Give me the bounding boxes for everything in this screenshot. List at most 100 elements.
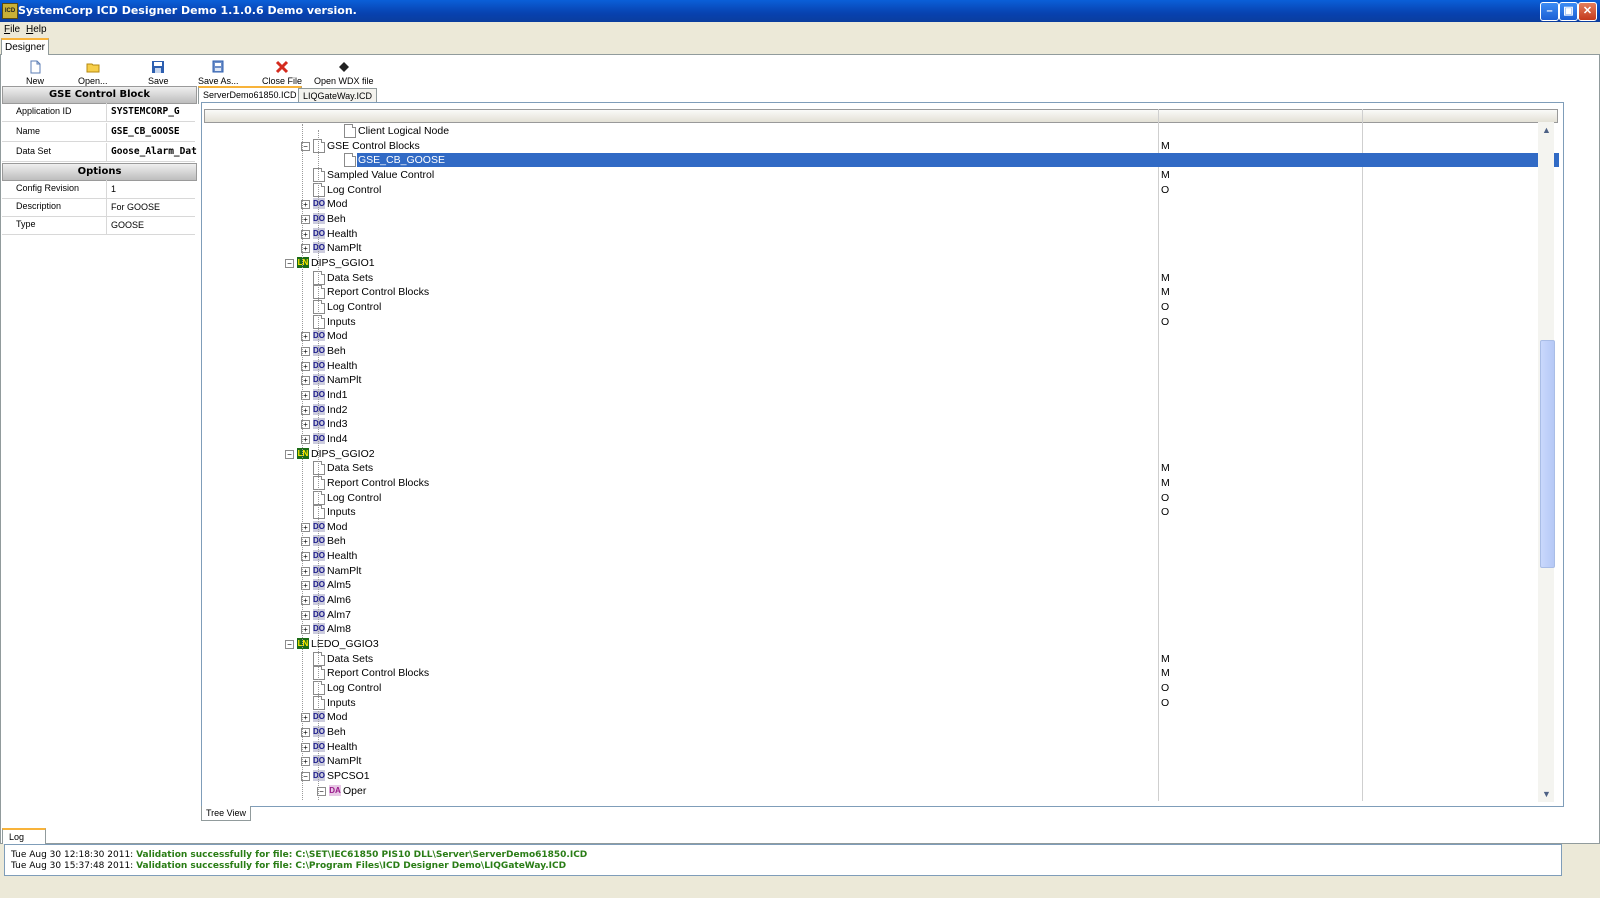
tab-tree-view[interactable]: Tree View — [201, 806, 252, 821]
tree-row[interactable]: + DO NamPlt — [204, 373, 1540, 387]
tree-row[interactable]: + DO Mod — [204, 520, 1540, 534]
config-revision-value[interactable]: 1 — [106, 180, 200, 198]
tree-row[interactable]: + DO Beh — [204, 534, 1540, 548]
selection-highlight — [357, 153, 1559, 168]
property-row-type[interactable]: Type GOOSE — [2, 216, 195, 235]
tree-row[interactable]: Log Control O — [204, 681, 1540, 696]
close-window-button[interactable]: ✕ — [1578, 2, 1597, 21]
data-set-value[interactable]: Goose_Alarm_Dat — [106, 143, 200, 161]
name-value[interactable]: GSE_CB_GOOSE — [106, 123, 200, 141]
tree-row[interactable]: + DO NamPlt — [204, 241, 1540, 255]
tree-row[interactable]: + DO Health — [204, 359, 1540, 373]
tree-row[interactable]: Sampled Value Control M — [204, 167, 1540, 182]
scrollbar-thumb[interactable] — [1540, 340, 1555, 568]
save-button[interactable]: Save — [148, 60, 169, 86]
tree-row[interactable]: + DO NamPlt — [204, 754, 1540, 768]
property-row-application-id[interactable]: Application ID SYSTEMCORP_G — [2, 103, 195, 122]
tree-row[interactable]: − LN DIPS_GGIO1 — [204, 256, 1540, 270]
mandatory-flag: M — [1161, 476, 1170, 489]
tree-row[interactable]: + DO Ind4 — [204, 432, 1540, 446]
tree-row[interactable]: − GSE Control Blocks M — [204, 138, 1540, 153]
tree-row[interactable]: + DO Mod — [204, 197, 1540, 211]
minimize-button[interactable]: – — [1540, 2, 1559, 21]
menu-help[interactable]: Help — [26, 24, 47, 35]
page-icon — [344, 124, 356, 138]
collapse-icon[interactable]: − — [285, 258, 294, 268]
tree-row[interactable]: + DO Alm7 — [204, 608, 1540, 622]
save-as-button[interactable]: Save As... — [198, 60, 239, 86]
tree-row-selected[interactable]: GSE_CB_GOOSE — [204, 153, 1559, 168]
close-file-button[interactable]: Close File — [262, 60, 302, 86]
tree-row[interactable]: + DO Health — [204, 549, 1540, 563]
tree-row[interactable]: Inputs O — [204, 505, 1540, 520]
mandatory-flag: O — [1161, 491, 1170, 504]
application-id-value[interactable]: SYSTEMCORP_G — [106, 103, 200, 121]
log-line: Tue Aug 30 15:37:48 2011: Validation suc… — [11, 861, 567, 871]
tree-row[interactable]: Report Control Blocks M — [204, 475, 1540, 490]
tab-designer[interactable]: Designer — [1, 38, 49, 55]
property-row-config-revision[interactable]: Config Revision 1 — [2, 180, 195, 199]
tree-row[interactable]: + DO Alm6 — [204, 593, 1540, 607]
tree-row[interactable]: + DO Alm8 — [204, 622, 1540, 636]
tree-row[interactable]: + DO Mod — [204, 329, 1540, 343]
tree-row[interactable]: − DO SPCSO1 — [204, 769, 1540, 783]
tree-row[interactable]: + DO Ind1 — [204, 388, 1540, 402]
property-row-description[interactable]: Description For GOOSE — [2, 198, 195, 217]
tree-row[interactable]: Log Control O — [204, 490, 1540, 505]
tree-row[interactable]: Report Control Blocks M — [204, 666, 1540, 681]
tree-row[interactable]: Log Control O — [204, 299, 1540, 314]
property-row-data-set[interactable]: Data Set Goose_Alarm_Dat — [2, 143, 197, 162]
data-object-icon: DO — [313, 344, 325, 356]
property-row-name[interactable]: Name GSE_CB_GOOSE — [2, 123, 195, 142]
mandatory-flag: M — [1161, 462, 1170, 475]
tree-row[interactable]: + DO Health — [204, 740, 1540, 754]
type-value[interactable]: GOOSE — [106, 216, 200, 234]
tree-row[interactable]: Inputs O — [204, 314, 1540, 329]
logical-node-icon: LN — [297, 638, 309, 650]
tree-row[interactable]: Log Control O — [204, 182, 1540, 197]
tree-row-label: Health — [327, 740, 358, 753]
tab-liqgateway[interactable]: LIQGateWay.ICD — [298, 88, 378, 103]
description-value[interactable]: For GOOSE — [106, 198, 200, 216]
tree-row[interactable]: Data Sets M — [204, 461, 1540, 476]
tree-row[interactable]: Inputs O — [204, 695, 1540, 710]
tree-row-label: Report Control Blocks — [327, 667, 430, 680]
tree-row-label: DIPS_GGIO1 — [311, 256, 375, 269]
tree-row[interactable]: − LN DIPS_GGIO2 — [204, 447, 1540, 461]
tree-row[interactable]: − LN LEDO_GGIO3 — [204, 637, 1540, 651]
tree-row[interactable]: + DO Ind3 — [204, 417, 1540, 431]
tree-row[interactable]: − DA Oper — [204, 784, 1540, 798]
maximize-button[interactable]: ▣ — [1559, 2, 1578, 21]
tree-row-label: Alm7 — [327, 608, 351, 621]
data-object-icon: DO — [313, 330, 325, 342]
tree-column-header — [204, 109, 1558, 123]
tree-row[interactable]: + DO Beh — [204, 344, 1540, 358]
tab-log[interactable]: Log — [2, 828, 46, 844]
new-button[interactable]: New — [26, 60, 44, 86]
scroll-down-icon[interactable]: ▼ — [1540, 788, 1553, 801]
scroll-up-icon[interactable]: ▲ — [1540, 124, 1553, 137]
logical-node-icon: LN — [297, 447, 309, 459]
data-object-icon: DO — [313, 359, 325, 371]
open-wdx-file-button[interactable]: Open WDX file — [314, 60, 374, 86]
log-line: Tue Aug 30 12:18:30 2011: Validation suc… — [11, 850, 588, 860]
tree-row[interactable]: + DO Ind2 — [204, 403, 1540, 417]
data-object-icon: DO — [313, 755, 325, 767]
tree-row[interactable]: + DO NamPlt — [204, 564, 1540, 578]
tree-row[interactable]: + DO Mod — [204, 710, 1540, 724]
collapse-icon[interactable]: − — [285, 449, 294, 459]
tree-row[interactable]: + DO Alm5 — [204, 578, 1540, 592]
menu-file[interactable]: File — [4, 24, 20, 35]
tree-row-label: Mod — [327, 198, 348, 211]
tree-row[interactable]: Data Sets M — [204, 270, 1540, 285]
tree-row-label: Beh — [327, 212, 346, 225]
tree-row[interactable]: + DO Health — [204, 227, 1540, 241]
tree-row[interactable]: + DO Beh — [204, 212, 1540, 226]
tree-row[interactable]: Report Control Blocks M — [204, 285, 1540, 300]
tree-row[interactable]: Client Logical Node — [204, 124, 1540, 138]
tree-row[interactable]: Data Sets M — [204, 651, 1540, 666]
collapse-icon[interactable]: − — [285, 640, 294, 650]
tree-row[interactable]: + DO Beh — [204, 725, 1540, 739]
mandatory-flag: O — [1161, 506, 1170, 519]
open-button[interactable]: Open... — [78, 60, 108, 86]
